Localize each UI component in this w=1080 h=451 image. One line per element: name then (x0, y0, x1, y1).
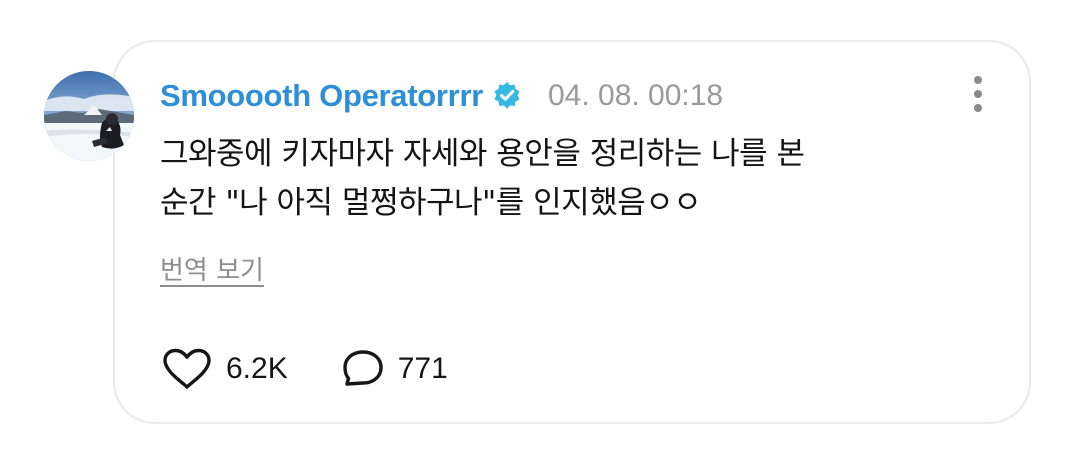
more-vertical-icon[interactable] (968, 76, 988, 112)
verified-badge-icon (492, 81, 522, 111)
comment-text: 그와중에 키자마자 자세와 용안을 정리하는 나를 본 순간 "나 아직 멀쩡하… (160, 130, 960, 228)
comment-actions: 6.2K 771 (160, 347, 448, 391)
username[interactable]: Smooooth Operatorrrr (160, 78, 483, 114)
comment-line: 그와중에 키자마자 자세와 용안을 정리하는 나를 본 (160, 136, 805, 172)
reply-button[interactable]: 771 (340, 347, 448, 391)
speech-bubble-icon (343, 350, 383, 386)
timestamp: 04. 08. 00:18 (547, 79, 724, 112)
comment-line: 순간 "나 아직 멀쩡하구나"를 인지했음ㅇㅇ (160, 185, 702, 221)
reply-count: 771 (397, 352, 448, 385)
avatar[interactable] (44, 71, 134, 161)
like-count: 6.2K (226, 352, 288, 385)
comment-header: Smooooth Operatorrrr 04. 08. 00:18 (160, 76, 723, 116)
translate-link[interactable]: 번역 보기 (160, 250, 264, 287)
avatar-photo (44, 71, 134, 161)
heart-icon (163, 348, 211, 389)
like-button[interactable]: 6.2K (160, 347, 288, 391)
